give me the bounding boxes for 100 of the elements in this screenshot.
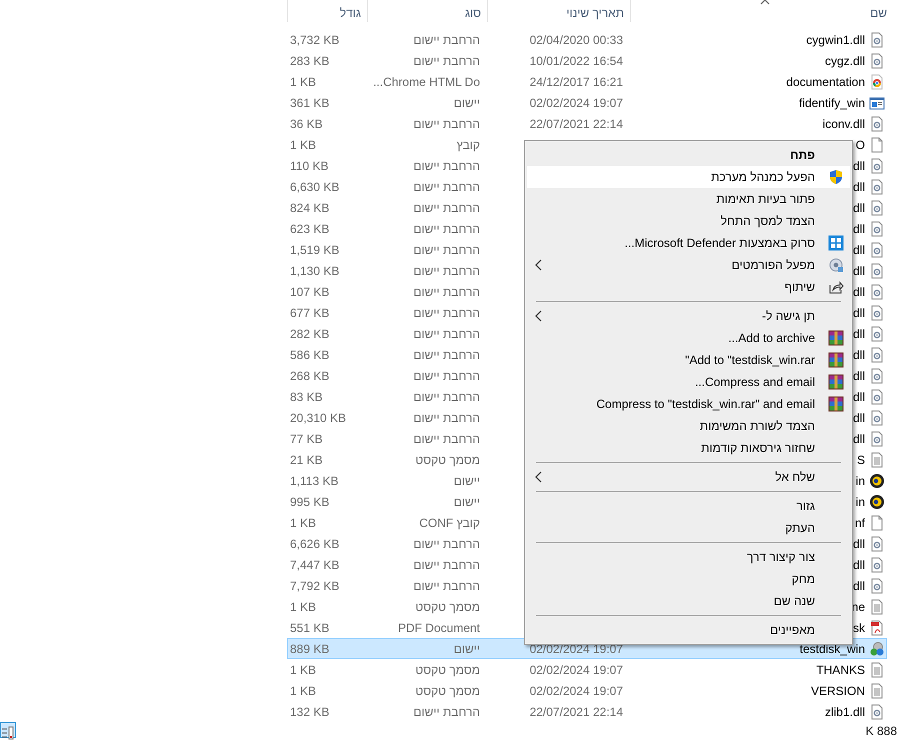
menu-item[interactable]: הצמד למסך התחל bbox=[527, 210, 850, 232]
menu-item[interactable]: Compress and email... bbox=[527, 371, 850, 393]
size-text: 77 KB bbox=[290, 432, 323, 446]
menu-item[interactable]: מפעל הפורמטים bbox=[527, 254, 850, 276]
file-name[interactable]: zlib1.dll bbox=[824, 702, 865, 720]
file-gear-icon bbox=[869, 578, 885, 594]
file-name[interactable]: dll bbox=[852, 262, 865, 280]
size-text: 586 KB bbox=[290, 348, 330, 362]
type-text: קובץ CONF bbox=[419, 516, 480, 530]
menu-item[interactable]: סרוק באמצעות Microsoft Defender... bbox=[527, 232, 850, 254]
file-name[interactable]: S bbox=[856, 450, 865, 468]
size-text: 551 KB bbox=[290, 620, 330, 634]
menu-item[interactable]: Add to archive... bbox=[527, 327, 850, 349]
menu-item[interactable]: פתור בעיות תאימות bbox=[527, 188, 850, 210]
sort-caret-icon bbox=[760, 0, 770, 5]
type-text: מסמך טקסט bbox=[415, 600, 480, 614]
file-name[interactable]: cygz.dll bbox=[824, 52, 865, 70]
file-name[interactable]: iconv.dll bbox=[822, 114, 865, 132]
type-text: יישום bbox=[454, 96, 480, 110]
menu-item[interactable]: תן גישה ל- bbox=[527, 305, 850, 327]
size-text: 1,113 KB bbox=[290, 474, 338, 488]
file-name[interactable]: O bbox=[856, 136, 865, 154]
date-text: 22/07/2021 22:14 bbox=[530, 704, 623, 718]
menu-item[interactable]: שחזור גירסאות קודמות bbox=[527, 437, 850, 459]
date-text: 02/02/2024 19:07 bbox=[530, 662, 623, 676]
menu-item[interactable]: צור קיצור דרך bbox=[527, 546, 850, 568]
file-name[interactable]: nf bbox=[854, 514, 865, 532]
column-header[interactable]: תאריך שינוי bbox=[487, 0, 630, 22]
pdf-file-icon bbox=[869, 620, 885, 636]
round-app-icon bbox=[869, 494, 885, 510]
file-name[interactable]: dll bbox=[852, 304, 865, 322]
file-name[interactable]: dll bbox=[852, 240, 865, 258]
text-file-icon bbox=[869, 662, 885, 678]
menu-item[interactable]: גזור bbox=[527, 495, 850, 517]
file-name[interactable]: dll bbox=[852, 408, 865, 426]
menu-item[interactable]: הפעל כמנהל מערכת bbox=[527, 166, 850, 188]
type-text: הרחבת יישום bbox=[413, 54, 480, 68]
file-gear-icon bbox=[869, 242, 885, 258]
file-name[interactable]: dll bbox=[852, 178, 865, 196]
type-text: הרחבת יישום bbox=[413, 242, 480, 256]
file-name[interactable]: dll bbox=[852, 556, 865, 574]
file-name[interactable]: dll bbox=[852, 576, 865, 594]
size-text: 1 KB bbox=[290, 74, 316, 88]
size-text: 6,626 KB bbox=[290, 536, 340, 550]
file-name[interactable]: VERSION bbox=[810, 682, 865, 700]
file-name[interactable]: dll bbox=[852, 366, 865, 384]
details-view-button[interactable] bbox=[0, 722, 16, 738]
file-name[interactable]: in bbox=[856, 492, 865, 510]
file-gear-icon bbox=[869, 556, 885, 572]
menu-item[interactable]: מחק bbox=[527, 568, 850, 590]
file-name[interactable]: dll bbox=[852, 388, 865, 406]
size-text: 1 KB bbox=[290, 600, 316, 614]
file-name[interactable]: dll bbox=[852, 282, 865, 300]
file-gear-icon bbox=[869, 304, 885, 320]
file-gear-icon bbox=[869, 410, 885, 426]
file-gear-icon bbox=[869, 704, 885, 720]
menu-item[interactable]: מאפיינים bbox=[527, 619, 850, 641]
menu-item[interactable]: פתח bbox=[527, 144, 850, 166]
shield-icon bbox=[828, 169, 844, 185]
file-name[interactable]: dll bbox=[852, 198, 865, 216]
status-text: 888 K bbox=[866, 723, 897, 740]
menu-item[interactable]: Compress to "testdisk_win.rar" and email bbox=[527, 393, 850, 415]
size-text: 107 KB bbox=[290, 284, 330, 298]
column-header[interactable]: סוג bbox=[367, 0, 487, 22]
file-name[interactable]: dll bbox=[852, 324, 865, 342]
date-text: 10/01/2022 16:54 bbox=[530, 54, 623, 68]
archive-books-icon bbox=[828, 330, 844, 346]
menu-item[interactable]: העתק bbox=[527, 517, 850, 539]
file-name[interactable]: dll bbox=[852, 220, 865, 238]
menu-item[interactable]: Add to "testdisk_win.rar" bbox=[527, 349, 850, 371]
file-gear-icon bbox=[869, 368, 885, 384]
file-name[interactable]: cygwin1.dll bbox=[806, 30, 865, 48]
date-text: 02/02/2024 19:07 bbox=[530, 684, 623, 698]
type-text: הרחבת יישום bbox=[413, 390, 480, 404]
archive-books-icon bbox=[828, 352, 844, 368]
file-name[interactable]: sk bbox=[853, 618, 865, 636]
file-name[interactable]: documentation bbox=[786, 72, 865, 90]
file-name[interactable]: fidentify_win bbox=[798, 94, 865, 112]
file-name[interactable]: THANKS bbox=[816, 660, 865, 678]
menu-item[interactable]: שיתוף bbox=[527, 276, 850, 298]
column-header[interactable]: שם bbox=[630, 0, 897, 22]
file-name[interactable]: dll bbox=[852, 156, 865, 174]
size-text: 623 KB bbox=[290, 222, 330, 236]
file-gear-icon bbox=[869, 326, 885, 342]
file-name[interactable]: dll bbox=[852, 430, 865, 448]
blank-file-icon bbox=[869, 136, 885, 152]
archive-books-icon bbox=[828, 374, 844, 390]
type-text: הרחבת יישום bbox=[413, 32, 480, 46]
menu-item[interactable]: שנה שם bbox=[527, 590, 850, 612]
file-name[interactable]: dll bbox=[852, 534, 865, 552]
file-name[interactable]: in bbox=[856, 472, 865, 490]
details-view-icon bbox=[1, 726, 15, 740]
menu-item[interactable]: הצמד לשורת המשימות bbox=[527, 415, 850, 437]
file-name[interactable]: dll bbox=[852, 346, 865, 364]
column-header[interactable]: גודל bbox=[287, 0, 367, 22]
text-file-icon bbox=[869, 452, 885, 468]
size-text: 1 KB bbox=[290, 138, 316, 152]
size-text: 361 KB bbox=[290, 96, 330, 110]
size-text: 6,630 KB bbox=[290, 180, 340, 194]
menu-item[interactable]: שלח אל bbox=[527, 466, 850, 488]
